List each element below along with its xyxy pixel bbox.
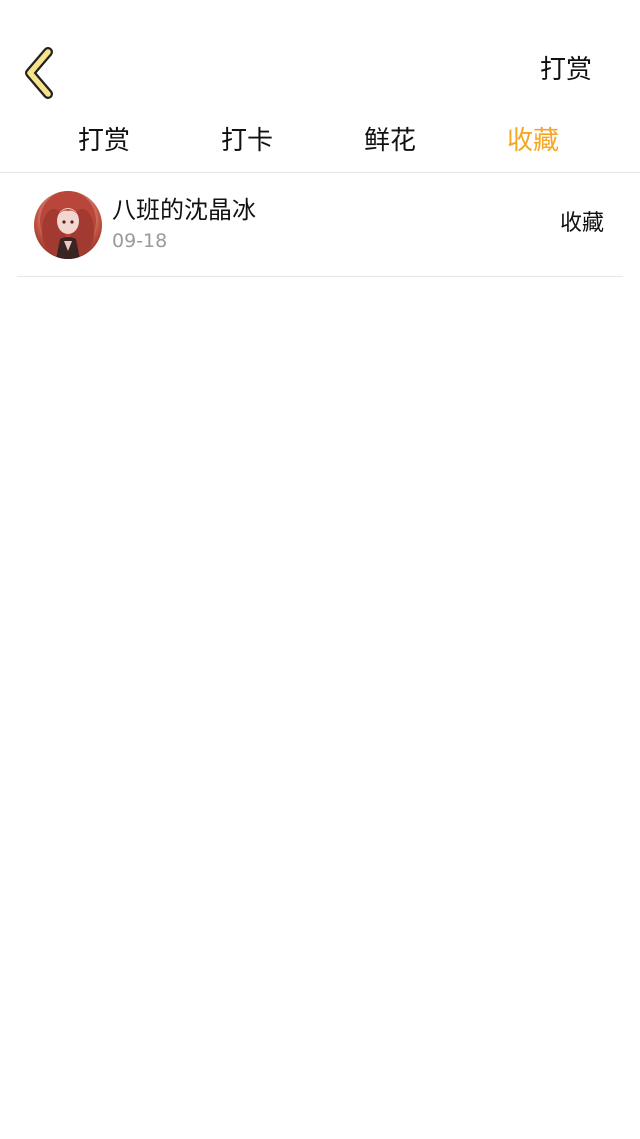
header-reward-button[interactable]: 打赏 [540, 50, 592, 90]
user-avatar-icon [40, 191, 96, 259]
record-list: 八班的沈晶冰 09-18 收藏 [0, 173, 640, 277]
chevron-left-icon [25, 47, 53, 99]
tab-reward[interactable]: 打赏 [44, 116, 164, 166]
tab-checkin[interactable]: 打卡 [187, 116, 307, 166]
back-button[interactable] [18, 46, 66, 102]
tab-flowers[interactable]: 鲜花 [330, 116, 450, 166]
item-username: 八班的沈晶冰 [112, 196, 256, 224]
item-type-label: 收藏 [559, 211, 604, 236]
tab-bar: 打赏 打卡 鲜花 收藏 [0, 116, 640, 172]
avatar [34, 191, 102, 259]
item-divider [17, 276, 623, 277]
item-date: 09-18 [112, 230, 168, 252]
header-bar: 打赏 [0, 0, 640, 120]
list-item[interactable]: 八班的沈晶冰 09-18 收藏 [0, 173, 640, 277]
tab-favorites[interactable]: 收藏 [473, 116, 593, 166]
